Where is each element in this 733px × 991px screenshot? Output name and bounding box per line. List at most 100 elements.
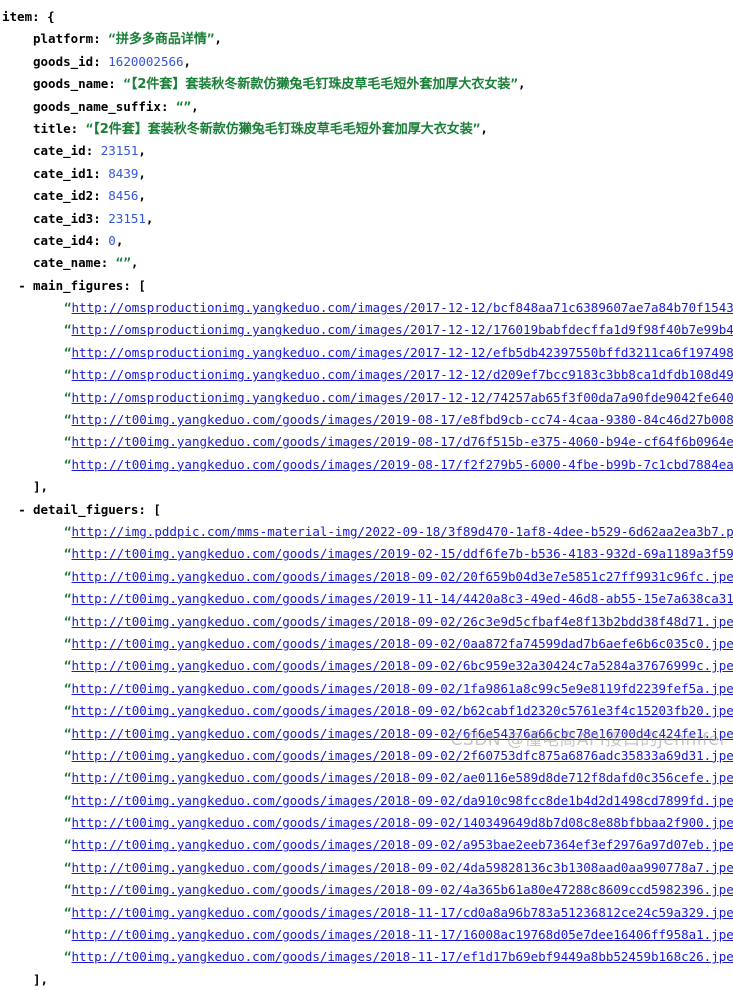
colon: :: [93, 188, 108, 203]
url-link[interactable]: http://omsproductionimg.yangkeduo.com/im…: [72, 367, 733, 382]
colon: :: [86, 143, 101, 158]
comma: ,: [138, 166, 146, 181]
open-quote: “: [64, 367, 72, 382]
url-link[interactable]: http://t00img.yangkeduo.com/goods/images…: [72, 569, 733, 584]
url-link[interactable]: http://t00img.yangkeduo.com/goods/images…: [72, 658, 733, 673]
open-quote: “: [64, 837, 72, 852]
detail-figuers-key: detail_figuers: [33, 502, 138, 517]
url-line: “http://omsproductionimg.yangkeduo.com/i…: [0, 342, 733, 364]
open-quote: “: [64, 591, 72, 606]
field-line: cate_id3: 23151,: [0, 208, 733, 230]
field-value-number: 0: [108, 233, 116, 248]
field-line: cate_id: 23151,: [0, 140, 733, 162]
field-key: cate_name: [33, 255, 101, 270]
field-value-text: 【2件套】套装秋冬新款仿獭兔毛钉珠皮草毛毛短外套加厚大衣女装: [93, 122, 473, 137]
root-line: item: {: [0, 6, 733, 28]
colon: :: [93, 233, 108, 248]
url-link[interactable]: http://t00img.yangkeduo.com/goods/images…: [72, 703, 733, 718]
url-line: “http://t00img.yangkeduo.com/goods/image…: [0, 431, 733, 453]
close-bracket: ],: [33, 479, 48, 494]
url-line: “http://t00img.yangkeduo.com/goods/image…: [0, 409, 733, 431]
url-line: “http://t00img.yangkeduo.com/goods/image…: [0, 745, 733, 767]
url-link[interactable]: http://t00img.yangkeduo.com/goods/images…: [72, 636, 733, 651]
url-line: “http://t00img.yangkeduo.com/goods/image…: [0, 857, 733, 879]
url-line: “http://omsproductionimg.yangkeduo.com/i…: [0, 387, 733, 409]
url-link[interactable]: http://t00img.yangkeduo.com/goods/images…: [72, 546, 733, 561]
open-quote: “: [108, 31, 116, 46]
url-link[interactable]: http://t00img.yangkeduo.com/goods/images…: [72, 815, 733, 830]
close-quote: ”: [510, 76, 518, 91]
comma: ,: [116, 233, 124, 248]
url-link[interactable]: http://img.pddpic.com/mms-material-img/2…: [72, 524, 733, 539]
url-line: “http://omsproductionimg.yangkeduo.com/i…: [0, 297, 733, 319]
url-link[interactable]: http://t00img.yangkeduo.com/goods/images…: [72, 681, 733, 696]
open-quote: “: [64, 726, 72, 741]
open-quote: “: [64, 412, 72, 427]
open-quote: “: [64, 345, 72, 360]
url-link[interactable]: http://omsproductionimg.yangkeduo.com/im…: [72, 390, 733, 405]
open-quote: “: [64, 793, 72, 808]
main-figures-key: main_figures: [33, 278, 123, 293]
url-link[interactable]: http://t00img.yangkeduo.com/goods/images…: [72, 770, 733, 785]
url-line: “http://t00img.yangkeduo.com/goods/image…: [0, 924, 733, 946]
url-link[interactable]: http://t00img.yangkeduo.com/goods/images…: [72, 837, 733, 852]
comma: ,: [480, 121, 488, 136]
field-line: cate_id1: 8439,: [0, 163, 733, 185]
url-line: “http://t00img.yangkeduo.com/goods/image…: [0, 812, 733, 834]
url-link[interactable]: http://t00img.yangkeduo.com/goods/images…: [72, 860, 733, 875]
field-value-number: 8456: [108, 188, 138, 203]
open-quote: “: [64, 905, 72, 920]
url-link[interactable]: http://omsproductionimg.yangkeduo.com/im…: [72, 300, 733, 315]
collapse-toggle-icon[interactable]: -: [16, 275, 28, 297]
comma: ,: [191, 99, 199, 114]
url-link[interactable]: http://t00img.yangkeduo.com/goods/images…: [72, 434, 733, 449]
url-link[interactable]: http://t00img.yangkeduo.com/goods/images…: [72, 927, 733, 942]
url-line: “http://t00img.yangkeduo.com/goods/image…: [0, 611, 733, 633]
field-key: title: [33, 121, 71, 136]
collapse-toggle-icon[interactable]: -: [16, 499, 28, 521]
open-brace: {: [47, 9, 55, 24]
url-line: “http://t00img.yangkeduo.com/goods/image…: [0, 678, 733, 700]
open-quote: “: [64, 815, 72, 830]
field-value-text: 【2件套】套装秋冬新款仿獭兔毛钉珠皮草毛毛短外套加厚大衣女装: [131, 77, 511, 92]
main-figures-header: -main_figures: [: [0, 275, 733, 297]
url-link[interactable]: http://t00img.yangkeduo.com/goods/images…: [72, 614, 733, 629]
url-link[interactable]: http://t00img.yangkeduo.com/goods/images…: [72, 457, 733, 472]
colon: :: [123, 278, 138, 293]
open-quote: “: [64, 457, 72, 472]
url-link[interactable]: http://omsproductionimg.yangkeduo.com/im…: [72, 322, 733, 337]
colon: :: [161, 99, 176, 114]
url-link[interactable]: http://t00img.yangkeduo.com/goods/images…: [72, 793, 733, 808]
colon: :: [138, 502, 153, 517]
url-link[interactable]: http://omsproductionimg.yangkeduo.com/im…: [72, 345, 733, 360]
url-link[interactable]: http://t00img.yangkeduo.com/goods/images…: [72, 726, 733, 741]
url-link[interactable]: http://t00img.yangkeduo.com/goods/images…: [72, 748, 733, 763]
url-link[interactable]: http://t00img.yangkeduo.com/goods/images…: [72, 591, 733, 606]
comma: ,: [518, 76, 526, 91]
field-line: title: “【2件套】套装秋冬新款仿獭兔毛钉珠皮草毛毛短外套加厚大衣女装”,: [0, 118, 733, 140]
main-figures-footer: ],: [0, 476, 733, 498]
json-viewer: item: {platform: “拼多多商品详情”,goods_id: 162…: [0, 0, 733, 752]
open-quote: “: [64, 681, 72, 696]
url-link[interactable]: http://t00img.yangkeduo.com/goods/images…: [72, 949, 733, 964]
url-link[interactable]: http://t00img.yangkeduo.com/goods/images…: [72, 882, 733, 897]
detail-figuers-footer: ],: [0, 969, 733, 991]
url-line: “http://t00img.yangkeduo.com/goods/image…: [0, 543, 733, 565]
field-value-number: 8439: [108, 166, 138, 181]
field-line: goods_name_suffix: “”,: [0, 96, 733, 118]
field-line: cate_id4: 0,: [0, 230, 733, 252]
field-value-string: “”: [176, 99, 191, 114]
open-quote: “: [64, 770, 72, 785]
colon: :: [93, 31, 108, 46]
comma: ,: [146, 211, 154, 226]
field-value-string: “”: [116, 255, 131, 270]
url-link[interactable]: http://t00img.yangkeduo.com/goods/images…: [72, 412, 733, 427]
url-link[interactable]: http://t00img.yangkeduo.com/goods/images…: [72, 905, 733, 920]
open-square: [: [153, 502, 161, 517]
field-value-number: 23151: [101, 143, 139, 158]
url-line: “http://omsproductionimg.yangkeduo.com/i…: [0, 364, 733, 386]
field-value-string: “【2件套】套装秋冬新款仿獭兔毛钉珠皮草毛毛短外套加厚大衣女装”: [123, 76, 518, 91]
url-line: “http://img.pddpic.com/mms-material-img/…: [0, 521, 733, 543]
field-key: goods_name: [33, 76, 108, 91]
field-key: cate_id4: [33, 233, 93, 248]
